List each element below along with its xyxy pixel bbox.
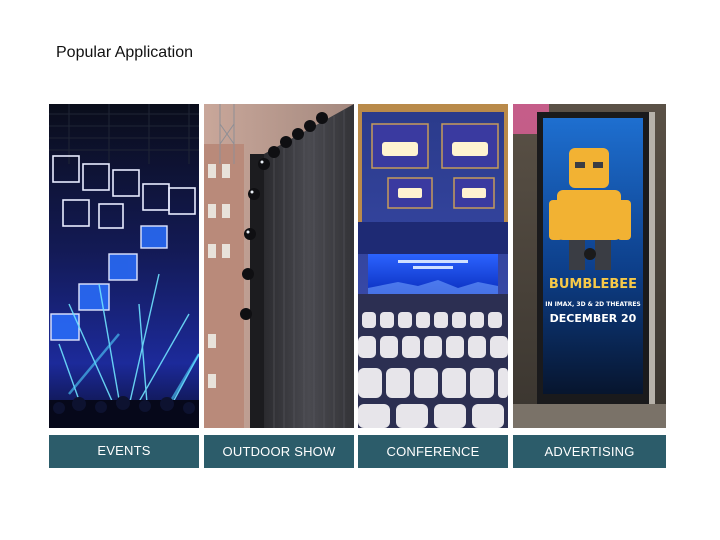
conference-photo xyxy=(358,104,508,428)
outdoor-show-photo xyxy=(204,104,354,428)
poster-headline: BUMBLEBEE xyxy=(549,277,637,292)
poster-subline: IN IMAX, 3D & 2D THEATRES xyxy=(545,301,641,308)
poster-date: DECEMBER 20 xyxy=(550,312,637,325)
label-outdoor-show: OUTDOOR SHOW xyxy=(204,435,354,468)
advertising-photo: BUMBLEBEE IN IMAX, 3D & 2D THEATRES DECE… xyxy=(513,104,666,428)
label-conference: CONFERENCE xyxy=(358,435,508,468)
slide-title: Popular Application xyxy=(56,44,193,61)
label-events: EVENTS xyxy=(49,435,199,468)
events-photo xyxy=(49,104,199,428)
label-advertising: ADVERTISING xyxy=(513,435,666,468)
